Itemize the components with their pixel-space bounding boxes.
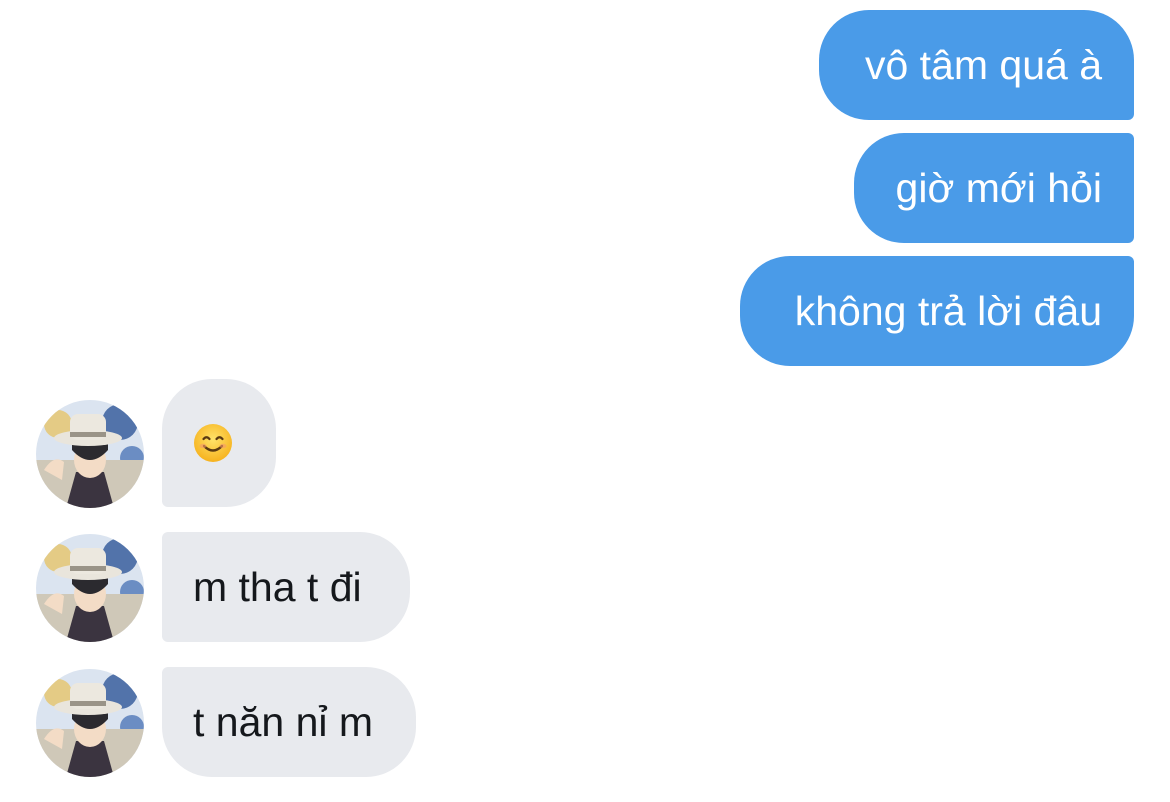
outgoing-message[interactable]: giờ mới hỏi (854, 133, 1134, 243)
message-text: t năn nỉ m (193, 698, 374, 745)
outgoing-message[interactable]: vô tâm quá à (819, 10, 1134, 120)
avatar-image (36, 400, 144, 508)
incoming-message[interactable]: m tha t đi (162, 532, 410, 642)
message-text: m tha t đi (193, 563, 362, 610)
avatar[interactable] (36, 669, 144, 777)
chat-thread: vô tâm quá à giờ mới hỏi không trả lời đ… (0, 0, 1170, 802)
message-text: không trả lời đâu (794, 287, 1102, 334)
avatar[interactable] (36, 400, 144, 508)
incoming-message[interactable] (162, 379, 276, 507)
smiling-face-emoji (194, 424, 232, 462)
avatar[interactable] (36, 534, 144, 642)
outgoing-message[interactable]: không trả lời đâu (740, 256, 1134, 366)
avatar-image (36, 669, 144, 777)
message-text: vô tâm quá à (864, 41, 1102, 88)
avatar-image (36, 534, 144, 642)
incoming-message[interactable]: t năn nỉ m (162, 667, 416, 777)
message-text: giờ mới hỏi (895, 164, 1102, 211)
